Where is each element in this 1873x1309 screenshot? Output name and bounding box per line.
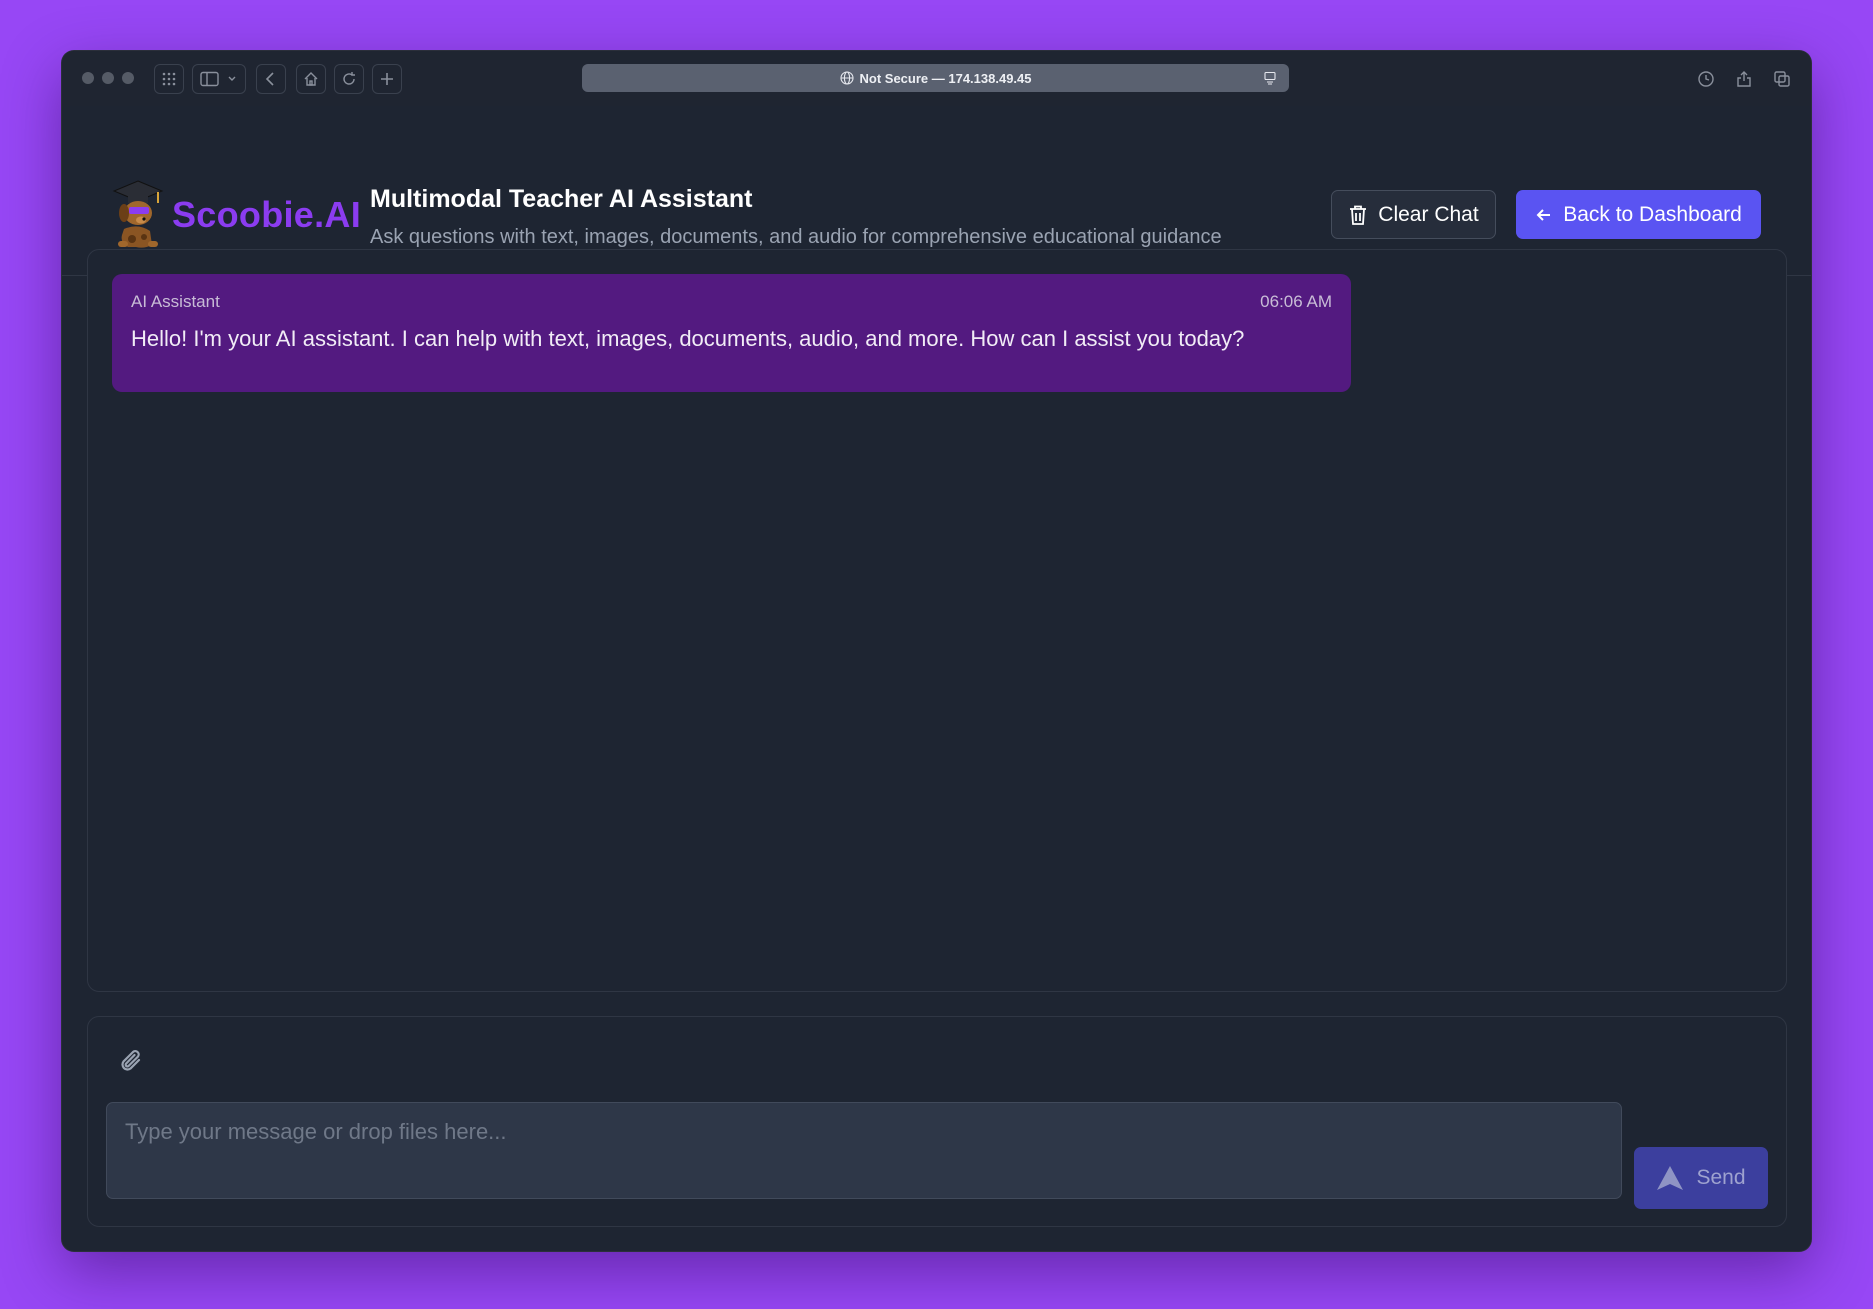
reader-icon[interactable]	[1263, 71, 1277, 88]
brand-logo[interactable]: Scoobie.AI	[110, 179, 361, 251]
page-subtitle: Ask questions with text, images, documen…	[370, 226, 1222, 248]
dog-mascot-icon	[112, 180, 164, 248]
page-title: Multimodal Teacher AI Assistant	[370, 185, 753, 213]
minimize-window-button[interactable]	[102, 72, 114, 84]
grid-icon[interactable]	[154, 64, 184, 94]
paperclip-icon	[121, 1050, 141, 1071]
back-to-dashboard-label: Back to Dashboard	[1563, 202, 1742, 226]
back-icon[interactable]	[256, 64, 286, 94]
arrow-left-icon	[1536, 208, 1551, 221]
message-sender: AI Assistant	[131, 292, 220, 311]
message-input[interactable]	[106, 1102, 1622, 1199]
attach-file-button[interactable]	[118, 1047, 146, 1080]
close-window-button[interactable]	[82, 72, 94, 84]
send-icon	[1657, 1166, 1684, 1190]
send-label: Send	[1696, 1166, 1746, 1189]
assistant-message: AI Assistant 06:06 AM Hello! I'm your AI…	[112, 274, 1351, 392]
browser-window: Not Secure — 174.138.49.45 Scoobie.AI Mu…	[62, 51, 1811, 1251]
tabs-overview-icon[interactable]	[1768, 64, 1796, 92]
address-bar[interactable]: Not Secure — 174.138.49.45	[582, 64, 1289, 92]
history-icon[interactable]	[1692, 64, 1720, 92]
address-text: Not Secure — 174.138.49.45	[859, 70, 1032, 86]
page-heading: Multimodal Teacher AI Assistant Ask ques…	[370, 185, 1222, 249]
chat-messages-panel[interactable]: AI Assistant 06:06 AM Hello! I'm your AI…	[87, 249, 1787, 992]
back-to-dashboard-button[interactable]: Back to Dashboard	[1516, 190, 1761, 239]
composer-panel: Send	[87, 1016, 1787, 1227]
share-icon[interactable]	[1730, 64, 1758, 92]
reload-icon[interactable]	[334, 64, 364, 94]
sidebar-toggle-icon[interactable]	[192, 64, 246, 94]
window-controls	[82, 72, 134, 84]
trash-icon	[1350, 205, 1367, 225]
home-icon[interactable]	[296, 64, 326, 94]
message-text: Hello! I'm your AI assistant. I can help…	[131, 326, 1245, 351]
browser-toolbar: Not Secure — 174.138.49.45	[62, 51, 1811, 106]
brand-name: Scoobie.AI	[172, 194, 362, 235]
globe-icon	[839, 71, 854, 85]
send-button[interactable]: Send	[1634, 1147, 1768, 1209]
new-tab-icon[interactable]	[372, 64, 402, 94]
clear-chat-label: Clear Chat	[1378, 202, 1479, 226]
clear-chat-button[interactable]: Clear Chat	[1331, 190, 1496, 239]
zoom-window-button[interactable]	[122, 72, 134, 84]
message-timestamp: 06:06 AM	[1260, 292, 1332, 311]
